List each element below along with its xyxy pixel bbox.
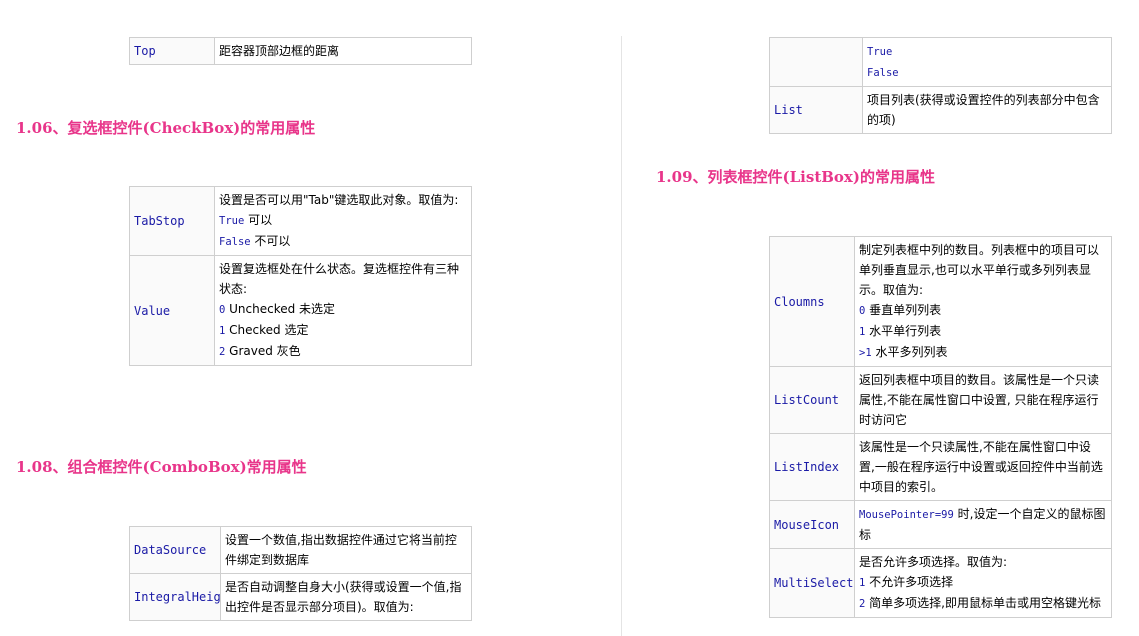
description-line: 项目列表(获得或设置控件的列表部分中包含 <box>867 93 1100 107</box>
property-row: ListCount 返回列表框中项目的数目。该属性是一个只读 属性,不能在属性窗口中… <box>769 366 1112 434</box>
description-line: True 可以 <box>219 213 273 227</box>
description-line: 2 Graved 灰色 <box>219 344 301 358</box>
property-row: MouseIcon MousePointer=99 时,设定一个自定义的鼠标图标 <box>769 500 1112 549</box>
description-line: 0 Unchecked 未选定 <box>219 302 336 316</box>
property-name: IntegralHeight <box>129 573 221 621</box>
description-line: 1 水平单行列表 <box>859 324 942 338</box>
description-line: 是否自动调整自身大小(获得或设置一个值,指 <box>225 580 462 594</box>
property-description: 设置一个数值,指出数据控件通过它将当前控 件绑定到数据库 <box>220 526 472 574</box>
description-line: 示。取值为: <box>859 283 924 297</box>
description-line: 0 垂直单列列表 <box>859 303 942 317</box>
property-description: MousePointer=99 时,设定一个自定义的鼠标图标 <box>854 500 1112 549</box>
description-line: 1 Checked 选定 <box>219 323 309 337</box>
property-name: TabStop <box>129 186 215 256</box>
property-row: List 项目列表(获得或设置控件的列表部分中包含 的项) <box>769 86 1112 134</box>
property-name: Value <box>129 255 215 366</box>
description-line: >1 水平多列列表 <box>859 345 948 359</box>
property-description: 是否允许多项选择。取值为: 1 不允许多项选择 2 简单多项选择,即用鼠标单击或用空… <box>854 548 1112 618</box>
property-name: Top <box>129 37 215 65</box>
property-name: ListIndex <box>769 433 855 501</box>
combobox-section-heading: 1.08、组合框控件(ComboBox)常用属性 <box>16 458 307 476</box>
description-line: 中项目的索引。 <box>859 480 944 494</box>
property-description: 是否自动调整自身大小(获得或设置一个值,指 出控件是否显示部分项目)。取值为: <box>220 573 472 621</box>
property-row: IntegralHeight是否自动调整自身大小(获得或设置一个值,指出控件是否… <box>129 573 472 621</box>
property-name: MouseIcon <box>769 500 855 549</box>
property-row: True False <box>769 37 1112 87</box>
property-row: DataSource 设置一个数值,指出数据控件通过它将当前控 件绑定到数据库 <box>129 526 472 574</box>
checkbox-property-table: TabStop 设置是否可以用"Tab"键选取此对象。取值为: True 可以 Fal… <box>129 186 472 366</box>
column-divider <box>621 36 622 636</box>
description-line: 设置复选框处在什么状态。复选框控件有三种 <box>219 262 460 276</box>
property-row: Top 距容器顶部边框的距离 <box>129 37 472 65</box>
description-line: 是否允许多项选择。取值为: <box>859 555 1008 569</box>
description-line: 状态: <box>219 282 248 296</box>
description-line: 返回列表框中项目的数目。该属性是一个只读 <box>859 373 1100 387</box>
description-line: 属性,不能在属性窗口中设置, 只能在程序运行 <box>859 393 1099 407</box>
description-line: False <box>867 67 899 79</box>
description-line: 该属性是一个只读属性,不能在属性窗口中设 <box>859 440 1091 454</box>
description-line: 2 简单多项选择,即用鼠标单击或用空格键光标 <box>859 596 1101 610</box>
property-row: TabStop 设置是否可以用"Tab"键选取此对象。取值为: True 可以 Fal… <box>129 186 472 256</box>
property-description: 距容器顶部边框的距离 <box>214 37 472 65</box>
description-line: 1 不允许多项选择 <box>859 575 954 589</box>
property-row: MultiSelect 是否允许多项选择。取值为: 1 不允许多项选择 2 简单多项选… <box>769 548 1112 618</box>
property-row: Value 设置复选框处在什么状态。复选框控件有三种 状态: 0 Unchecked … <box>129 255 472 366</box>
combobox-property-table: DataSource 设置一个数值,指出数据控件通过它将当前控 件绑定到数据库 Int… <box>129 526 472 621</box>
property-description: 该属性是一个只读属性,不能在属性窗口中设 置,一般在程序运行中设置或返回控件中当前… <box>854 433 1112 501</box>
list-property-table: True False List 项目列表(获得或设置控件的列表部分中包含 的项) <box>769 37 1112 134</box>
description-line: 设置是否可以用"Tab"键选取此对象。取值为: <box>219 193 459 207</box>
property-description: 制定列表框中列的数目。列表框中的项目可以 单列垂直显示,也可以水平单行或多列列表显… <box>854 236 1112 367</box>
top-property-table: Top 距容器顶部边框的距离 <box>129 37 472 65</box>
description-line: 置,一般在程序运行中设置或返回控件中当前选 <box>859 460 1103 474</box>
description-line: 标 <box>859 528 872 542</box>
description-line: 件绑定到数据库 <box>225 553 310 567</box>
property-row: ListIndex 该属性是一个只读属性,不能在属性窗口中设 置,一般在程序运行中设… <box>769 433 1112 501</box>
description-line: 出控件是否显示部分项目)。取值为: <box>225 600 414 614</box>
description-line: 设置一个数值,指出数据控件通过它将当前控 <box>225 533 457 547</box>
property-row: Cloumns 制定列表框中列的数目。列表框中的项目可以 单列垂直显示,也可以水平单… <box>769 236 1112 367</box>
checkbox-section-heading: 1.06、复选框控件(CheckBox)的常用属性 <box>16 119 316 137</box>
property-description: 设置是否可以用"Tab"键选取此对象。取值为: True 可以 False 不可以 <box>214 186 472 256</box>
description-line: 的项) <box>867 113 896 127</box>
property-name: MultiSelect <box>769 548 855 618</box>
property-name: List <box>769 86 863 134</box>
property-name: Cloumns <box>769 236 855 367</box>
description-line: 距容器顶部边框的距离 <box>219 44 340 58</box>
property-name: DataSource <box>129 526 221 574</box>
property-description: True False <box>862 37 1112 87</box>
property-name <box>769 37 863 87</box>
property-name: ListCount <box>769 366 855 434</box>
listbox-section-heading: 1.09、列表框控件(ListBox)的常用属性 <box>656 168 935 186</box>
listbox-property-table: Cloumns 制定列表框中列的数目。列表框中的项目可以 单列垂直显示,也可以水平单… <box>769 236 1112 618</box>
description-line: MousePointer=99 时,设定一个自定义的鼠标图 <box>859 507 1106 521</box>
description-line: True <box>867 46 893 58</box>
property-description: 项目列表(获得或设置控件的列表部分中包含 的项) <box>862 86 1112 134</box>
description-line: 单列垂直显示,也可以水平单行或多列列表显 <box>859 263 1091 277</box>
property-description: 返回列表框中项目的数目。该属性是一个只读 属性,不能在属性窗口中设置, 只能在程序… <box>854 366 1112 434</box>
description-line: 制定列表框中列的数目。列表框中的项目可以 <box>859 243 1100 257</box>
description-line: 时访问它 <box>859 413 908 427</box>
property-description: 设置复选框处在什么状态。复选框控件有三种 状态: 0 Unchecked 未选定 1 … <box>214 255 472 366</box>
description-line: False 不可以 <box>219 234 291 248</box>
